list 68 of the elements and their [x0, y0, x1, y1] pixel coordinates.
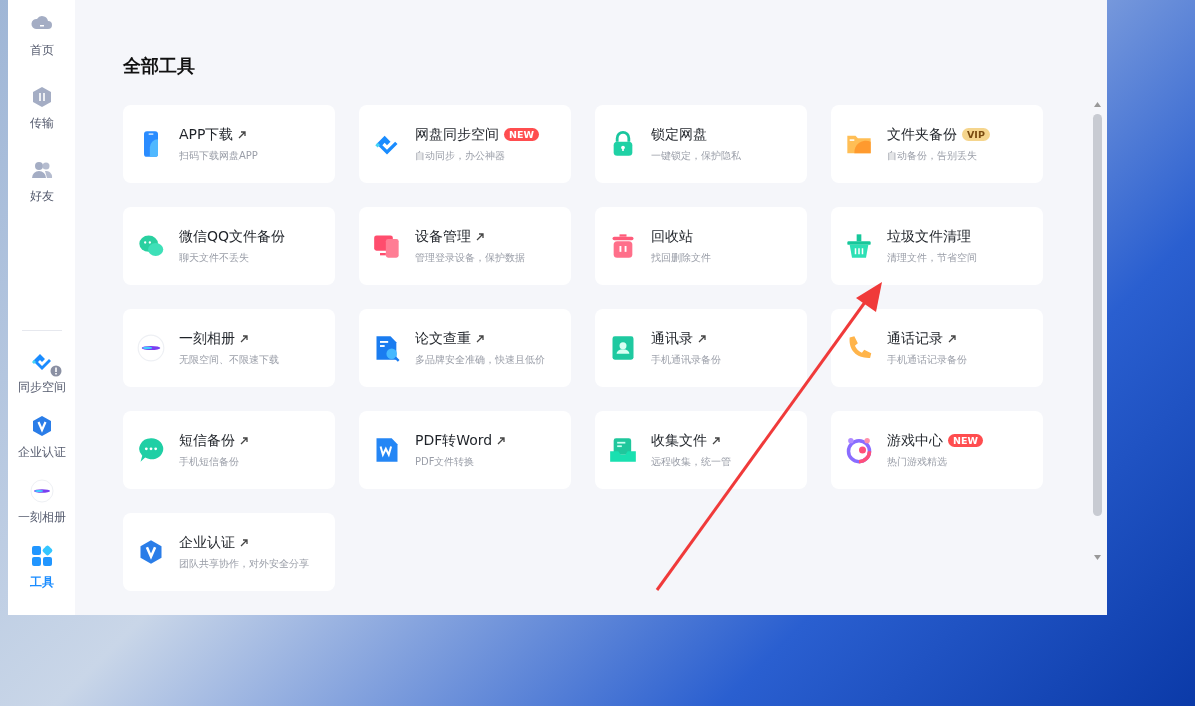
- tool-description: 手机短信备份: [179, 454, 240, 469]
- tool-title: 网盘同步空间: [415, 125, 499, 144]
- tool-card[interactable]: APP下载 扫码下载网盘APP: [123, 105, 335, 183]
- tool-title: 游戏中心: [887, 431, 943, 450]
- tool-card[interactable]: 回收站 找回删除文件: [595, 207, 807, 285]
- tool-description: 扫码下载网盘APP: [179, 148, 258, 163]
- tool-card[interactable]: 文件夹备份 VIP 自动备份，告别丢失: [831, 105, 1043, 183]
- basket-icon: [845, 232, 873, 260]
- tool-title: 收集文件: [651, 431, 707, 450]
- tool-title: 一刻相册: [179, 329, 235, 348]
- tool-description: 热门游戏精选: [887, 454, 948, 469]
- tool-card[interactable]: 一刻相册 无限空间、不限速下载: [123, 309, 335, 387]
- tool-card[interactable]: 论文查重 多品牌安全准确，快速且低价: [359, 309, 571, 387]
- tool-description: 自动备份，告别丢失: [887, 148, 978, 163]
- tool-card[interactable]: 网盘同步空间 NEW 自动同步，办公神器: [359, 105, 571, 183]
- tool-description: 团队共享协作，对外安全分享: [179, 556, 309, 571]
- album-icon: [29, 479, 54, 503]
- tool-description: 自动同步，办公神器: [415, 148, 506, 163]
- tool-title: 回收站: [651, 227, 693, 246]
- sidebar-item[interactable]: 一刻相册: [8, 473, 75, 532]
- message-icon: [137, 436, 165, 464]
- tool-card[interactable]: 通话记录 手机通话记录备份: [831, 309, 1043, 387]
- tool-description: 手机通讯录备份: [651, 352, 721, 367]
- tool-card[interactable]: 设备管理 管理登录设备，保护数据: [359, 207, 571, 285]
- sidebar-item[interactable]: 好友: [8, 152, 75, 211]
- tool-card[interactable]: 短信备份 手机短信备份: [123, 411, 335, 489]
- grid-icon: [29, 544, 54, 568]
- tool-card[interactable]: 微信QQ文件备份 聊天文件不丢失: [123, 207, 335, 285]
- new-badge: NEW: [948, 434, 983, 447]
- tool-title: 设备管理: [415, 227, 471, 246]
- sidebar-item[interactable]: 传输: [8, 79, 75, 138]
- tool-card[interactable]: 企业认证 团队共享协作，对外安全分享: [123, 513, 335, 591]
- sidebar-item[interactable]: 同步空间: [8, 343, 75, 402]
- tool-card[interactable]: 通讯录 手机通讯录备份: [595, 309, 807, 387]
- album-icon: [137, 334, 165, 362]
- tool-description: 一键锁定，保护隐私: [651, 148, 741, 163]
- tool-description: 管理登录设备，保护数据: [415, 250, 525, 265]
- tool-title: 锁定网盘: [651, 125, 707, 144]
- tool-card[interactable]: PDF转Word PDF文件转换: [359, 411, 571, 489]
- game-icon: [845, 436, 873, 464]
- tool-description: 聊天文件不丢失: [179, 250, 250, 265]
- tool-title: 微信QQ文件备份: [179, 227, 286, 246]
- tool-description: PDF文件转换: [415, 454, 476, 469]
- tool-card[interactable]: 游戏中心 NEW 热门游戏精选: [831, 411, 1043, 489]
- tool-description: 手机通话记录备份: [887, 352, 967, 367]
- vip-badge: VIP: [962, 128, 990, 141]
- tool-title: 短信备份: [179, 431, 235, 450]
- tool-title: PDF转Word: [415, 431, 493, 450]
- scrollbar[interactable]: [1093, 100, 1102, 562]
- page-title: 全部工具: [123, 54, 196, 78]
- tool-description: 找回删除文件: [651, 250, 711, 265]
- inbox-icon: [609, 436, 637, 464]
- alert-icon: [49, 365, 62, 377]
- tool-description: 无限空间、不限速下载: [179, 352, 279, 367]
- tool-title: 文件夹备份: [887, 125, 957, 144]
- tool-card[interactable]: 锁定网盘 一键锁定，保护隐私: [595, 105, 807, 183]
- tool-title: 通讯录: [651, 329, 693, 348]
- tool-title: 企业认证: [179, 533, 235, 552]
- tool-title: 通话记录: [887, 329, 943, 348]
- tool-title: APP下载: [179, 125, 234, 144]
- new-badge: NEW: [504, 128, 539, 141]
- sidebar-item[interactable]: 企业认证: [8, 408, 75, 467]
- tool-card[interactable]: 垃圾文件清理 清理文件，节省空间: [831, 207, 1043, 285]
- tool-title: 论文查重: [415, 329, 471, 348]
- tool-title: 垃圾文件清理: [887, 227, 971, 246]
- tool-description: 多品牌安全准确，快速且低价: [415, 352, 545, 367]
- tool-description: 清理文件，节省空间: [887, 250, 977, 265]
- sidebar-item[interactable]: 首页: [8, 6, 75, 65]
